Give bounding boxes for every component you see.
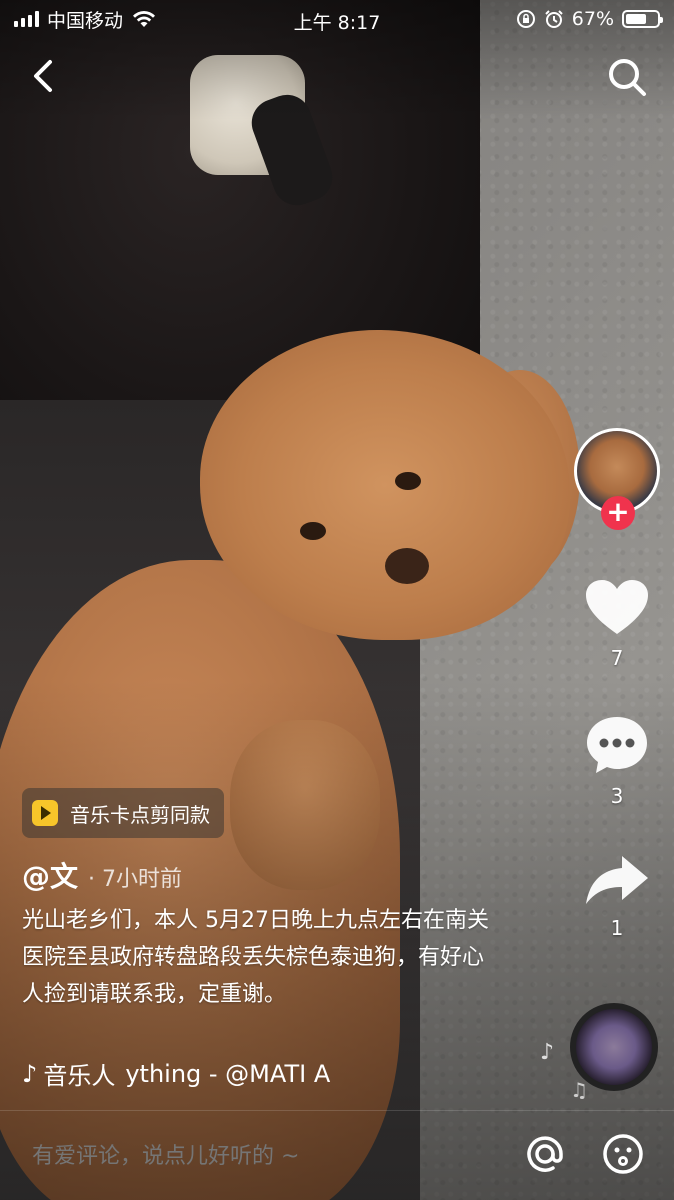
wifi-icon [133,10,156,27]
dog-eye-left [300,522,326,540]
music-note-icon: ♫ [570,1078,588,1102]
share-arrow-icon[interactable] [584,852,650,908]
orientation-lock-icon [516,10,535,28]
music-source: 音乐人 [43,1062,116,1090]
like-count: 7 [610,646,624,670]
battery-percent: 67% [571,8,614,30]
music-disc[interactable] [570,1003,658,1091]
comment-button[interactable]: 3 [584,714,650,808]
comment-count: 3 [610,784,624,808]
music-track: ything - @MATI A [125,1059,331,1088]
heart-icon[interactable] [584,578,650,638]
comment-input[interactable] [32,1139,472,1173]
carrier-label: 中国移动 [47,9,124,32]
template-tag[interactable]: 音乐卡点剪同款 [22,788,224,838]
alarm-icon [545,10,563,28]
signal-icon [14,11,39,27]
status-bar: 中国移动 上午 8:17 67% [0,0,674,38]
search-icon[interactable] [606,56,648,98]
back-icon[interactable] [26,56,62,96]
comment-icon[interactable] [584,714,650,776]
author-name[interactable]: @文 [22,855,78,895]
author-avatar-group[interactable]: + [574,428,660,530]
share-button[interactable]: 1 [584,852,650,940]
dog-nose [385,548,429,584]
music-note-icon: ♪ [539,1040,554,1065]
comment-bar [0,1110,674,1200]
emoji-icon[interactable] [602,1133,644,1175]
battery-icon [622,10,663,28]
like-button[interactable]: 7 [584,578,650,670]
share-count: 1 [610,916,624,940]
author-line: @文 · 7小时前 [22,855,182,895]
follow-button[interactable]: + [601,496,635,530]
post-time: · 7小时前 [88,867,182,892]
mention-icon[interactable] [524,1133,566,1175]
action-rail: + 7 3 1 [572,428,662,940]
dog-eye-right [395,472,421,490]
template-play-icon [32,800,58,826]
battery-fill [626,14,647,24]
music-note-icon: ♪ [22,1059,38,1088]
music-info[interactable]: ♪ 音乐人 ything - @MATI A [22,1056,382,1091]
template-tag-label: 音乐卡点剪同款 [70,802,210,827]
post-caption: 光山老乡们，本人 5月27日晚上九点左右在南关医院至县政府转盘路段丢失棕色泰迪狗… [22,908,489,1007]
